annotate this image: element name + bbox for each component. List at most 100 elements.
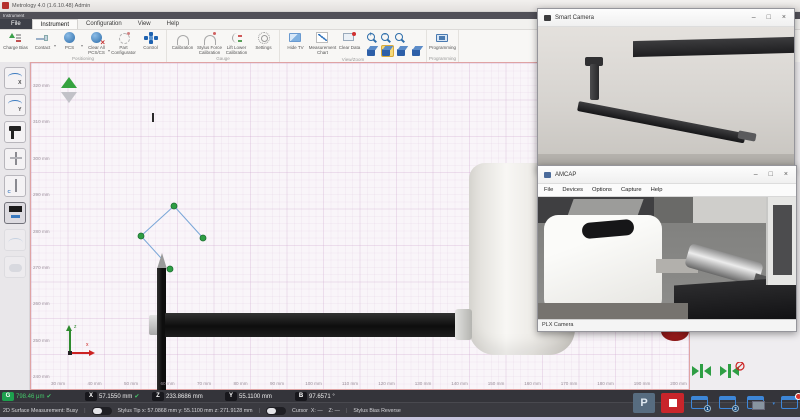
stop-button[interactable] <box>661 393 684 413</box>
zoom-out-icon[interactable]: − <box>380 32 392 44</box>
window-title: Metrology 4.0 (1.6.10.48) Admin <box>12 3 90 9</box>
view-cube-iso-icon[interactable] <box>381 45 394 57</box>
stylus-force-icon <box>203 32 216 44</box>
sidebar-tool-probe-setup[interactable] <box>4 121 26 143</box>
amcap-title-bar[interactable]: AMCAP – □ × <box>538 166 796 184</box>
ribbon-button-clear-data[interactable]: Clear Data <box>336 30 363 50</box>
monitor-1-button[interactable]: 1 <box>688 393 712 413</box>
ribbon-group-gauge: CalibrationStylus Force CalibrationLift … <box>167 30 280 62</box>
camera-feed-floor <box>538 303 688 319</box>
machine-body-shape <box>544 215 662 313</box>
bottom-ruler-label: 130 mm <box>415 381 432 386</box>
bottom-ruler-label: 150 mm <box>488 381 505 386</box>
part-config-icon <box>117 32 130 44</box>
sidebar-tool-arc <box>4 229 26 251</box>
check-icon: ✔ <box>46 393 51 400</box>
stylus-tip-toggle[interactable] <box>92 407 112 415</box>
ribbon-button-lift-lower-calibration[interactable]: Lift Lower Calibration <box>223 30 250 55</box>
sidebar-tool-x-profile[interactable] <box>4 67 26 89</box>
maximize-icon[interactable]: □ <box>767 13 771 23</box>
ribbon-group-programming: ProgrammingProgramming <box>427 30 459 62</box>
check-icon: ✔ <box>134 393 139 400</box>
sidebar-tool-surface <box>4 256 26 278</box>
smart-camera-title: Smart Camera <box>555 15 748 21</box>
view-cube-front-icon[interactable] <box>366 45 379 57</box>
horizontal-arm <box>165 313 457 337</box>
ribbon-button-hide-tv[interactable]: Hide TV <box>282 30 309 50</box>
zoom-fit-icon[interactable] <box>394 32 406 44</box>
bottom-ruler-label: 200 mm <box>670 381 687 386</box>
menu-item-options[interactable]: Options <box>592 187 612 193</box>
ribbon-button-calibration[interactable]: Calibration <box>169 30 196 50</box>
x-axis-line <box>69 352 90 354</box>
ribbon-button-control[interactable]: Control <box>137 30 164 50</box>
ribbon-button-clear-all-pcs-cs[interactable]: Clear All PCS/CS▾ <box>83 30 110 55</box>
probe-orientation-icons[interactable] <box>692 362 750 386</box>
arm-connector <box>455 309 472 340</box>
separator: | <box>84 408 85 414</box>
ribbon-button-charge-bias[interactable]: Charge Bias <box>2 30 29 50</box>
menu-item-devices[interactable]: Devices <box>562 187 583 193</box>
sidebar-tool-stylus-upper[interactable] <box>4 148 26 170</box>
maximize-icon[interactable]: □ <box>769 170 773 180</box>
pan-up-icon[interactable] <box>61 77 77 88</box>
left-ruler-label: 300 mm <box>33 156 50 161</box>
bottom-ruler-label: 170 mm <box>561 381 578 386</box>
axis-value-b: 97.6571 ° <box>309 394 335 400</box>
ribbon-button-settings[interactable]: Settings <box>250 30 277 50</box>
amcap-window[interactable]: AMCAP – □ × File Devices Options Capture Hel… <box>537 165 797 332</box>
monitor-close-button[interactable] <box>778 393 800 413</box>
stylus-tip-readout: Stylus Tip x: 57.0868 mm y: 55.1100 mm z… <box>118 408 253 414</box>
ribbon-button-contact[interactable]: Contact▾ <box>29 30 56 50</box>
close-icon[interactable]: × <box>784 170 788 180</box>
menu-item-file[interactable]: File <box>544 187 553 193</box>
bottom-ruler-label: 160 mm <box>524 381 541 386</box>
left-ruler-label: 240 mm <box>33 374 50 379</box>
ribbon-button-pcs[interactable]: PCS▾ <box>56 30 83 50</box>
ribbon-button-measurement-chart[interactable]: Measurement Chart <box>309 30 336 55</box>
minimize-icon[interactable]: – <box>754 170 758 180</box>
axis-origin <box>68 351 73 356</box>
cursor-toggle[interactable] <box>266 407 286 415</box>
monitor-layout-button[interactable]: ▾ <box>744 393 774 413</box>
ribbon-button-part-configurator[interactable]: Part Configurator <box>110 30 137 55</box>
smart-camera-feed <box>538 27 794 170</box>
sidebar-tool-probe-view[interactable] <box>4 202 26 224</box>
tab-file[interactable]: File <box>0 19 32 29</box>
tab-help[interactable]: Help <box>159 19 187 29</box>
y-profile-icon <box>5 95 25 115</box>
axis-field-b: B97.6571 ° <box>295 392 335 401</box>
bottom-ruler-label: 30 mm <box>51 381 65 386</box>
close-icon[interactable]: × <box>782 13 786 23</box>
tab-configuration[interactable]: Configuration <box>78 19 130 29</box>
record-dot-icon <box>795 393 800 400</box>
tool-sidebar <box>0 62 30 390</box>
tab-instrument[interactable]: Instrument <box>32 19 78 29</box>
menu-item-help[interactable]: Help <box>651 187 663 193</box>
sidebar-tool-stylus-lower[interactable] <box>4 175 26 197</box>
app-icon <box>2 2 9 9</box>
monitor-2-button[interactable]: 2 <box>716 393 740 413</box>
sidebar-tool-y-profile[interactable] <box>4 94 26 116</box>
left-ruler-label: 260 mm <box>33 301 50 306</box>
view-cube-wire-icon[interactable] <box>396 45 409 57</box>
smart-camera-title-bar[interactable]: Smart Camera – □ × <box>538 9 794 27</box>
zoom-in-icon[interactable]: + <box>366 32 378 44</box>
menu-item-capture[interactable]: Capture <box>621 187 642 193</box>
ribbon-button-stylus-force-calibration[interactable]: Stylus Force Calibration <box>196 30 223 55</box>
stylus-bias-label: Stylus Bias Reverse <box>353 408 400 414</box>
ribbon-button-programming[interactable]: Programming <box>429 30 456 50</box>
tab-view[interactable]: View <box>130 19 159 29</box>
bottom-ruler-label: 110 mm <box>342 381 358 386</box>
amcap-title: AMCAP <box>555 172 750 178</box>
minimize-icon[interactable]: – <box>752 13 756 23</box>
axis-badge-b: B <box>295 392 307 401</box>
stylus-lower-icon <box>5 176 25 196</box>
status-bar: G798.46 μm✔X57.1550 mm✔Z233.8686 mmY55.1… <box>0 390 800 417</box>
smart-camera-window[interactable]: Smart Camera – □ × <box>537 8 795 171</box>
view-cube-solid-icon[interactable] <box>411 45 424 57</box>
axis-field-x: X57.1550 mm✔ <box>85 392 139 401</box>
parking-button[interactable]: P <box>633 393 655 413</box>
ribbon-group-view-zoom: Hide TVMeasurement ChartClear Data+−View… <box>280 30 427 62</box>
pan-down-icon[interactable] <box>61 92 77 103</box>
